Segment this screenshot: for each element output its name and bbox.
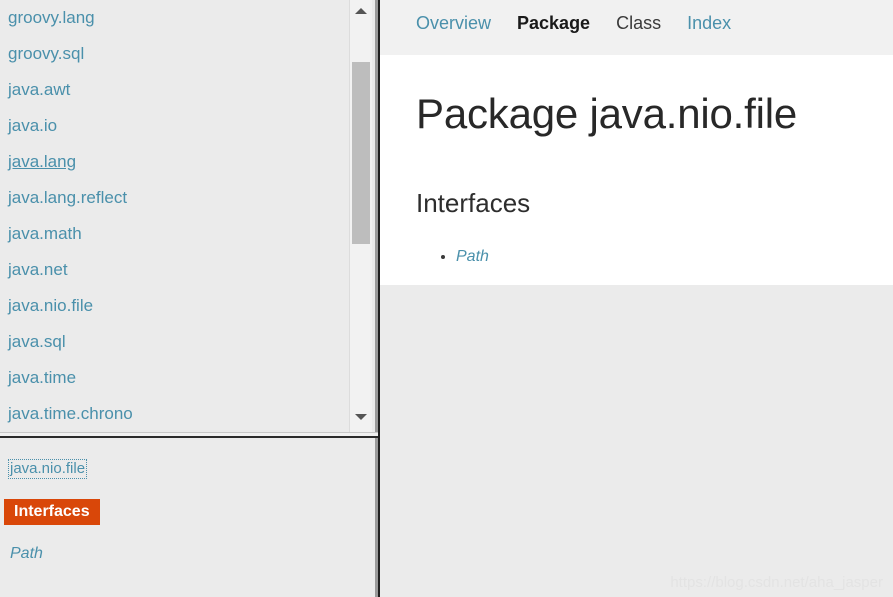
page-title: Package java.nio.file	[416, 90, 798, 137]
nav-link-index[interactable]: Index	[687, 13, 731, 34]
package-list-item-java-time-chrono[interactable]: java.time.chrono	[0, 396, 352, 432]
triangle-down-icon	[355, 414, 367, 420]
nav-link-class: Class	[616, 13, 662, 33]
scrollbar-thumb[interactable]	[352, 62, 370, 244]
list-item: Path	[456, 247, 489, 267]
package-list: groovy.lang groovy.sql java.awt java.io …	[0, 0, 352, 432]
package-detail-entry-path[interactable]: Path	[10, 545, 43, 563]
package-list-frame: groovy.lang groovy.sql java.awt java.io …	[0, 0, 378, 432]
package-list-item-java-net[interactable]: java.net	[0, 252, 352, 288]
nav-link-package[interactable]: Package	[517, 13, 590, 34]
interfaces-list: Path	[432, 247, 489, 267]
package-detail-section-badge: Interfaces	[4, 499, 100, 525]
nav-link-overview[interactable]: Overview	[416, 13, 491, 34]
top-navigation-links: Overview Package Class Index	[416, 13, 757, 34]
top-navigation-bar: Overview Package Class Index	[380, 0, 893, 55]
javadoc-frameset-window: groovy.lang groovy.sql java.awt java.io …	[0, 0, 893, 597]
package-list-item-java-io[interactable]: java.io	[0, 108, 352, 144]
package-list-scrollbar[interactable]	[349, 0, 372, 432]
left-frames-column: groovy.lang groovy.sql java.awt java.io …	[0, 0, 378, 597]
watermark-text: https://blog.csdn.net/aha_jasper	[670, 574, 883, 591]
package-list-item-java-math[interactable]: java.math	[0, 216, 352, 252]
interface-link-path[interactable]: Path	[456, 248, 489, 265]
package-list-item-java-awt[interactable]: java.awt	[0, 72, 352, 108]
content-sheet: Package java.nio.file Interfaces Path	[380, 55, 893, 285]
scroll-up-button[interactable]	[350, 2, 372, 20]
package-detail-title-link[interactable]: java.nio.file	[8, 459, 88, 479]
content-frame: Overview Package Class Index Package jav…	[378, 0, 893, 597]
package-list-item-java-time[interactable]: java.time	[0, 360, 352, 396]
package-list-item-java-sql[interactable]: java.sql	[0, 324, 352, 360]
package-list-item-groovy-lang[interactable]: groovy.lang	[0, 0, 352, 36]
package-list-item-java-lang-reflect[interactable]: java.lang.reflect	[0, 180, 352, 216]
triangle-up-icon	[355, 8, 367, 14]
package-list-item-java-nio-file[interactable]: java.nio.file	[0, 288, 352, 324]
package-list-item-java-lang[interactable]: java.lang	[0, 144, 352, 180]
package-list-item-groovy-sql[interactable]: groovy.sql	[0, 36, 352, 72]
section-title-interfaces: Interfaces	[416, 188, 531, 218]
scroll-down-button[interactable]	[350, 408, 372, 426]
